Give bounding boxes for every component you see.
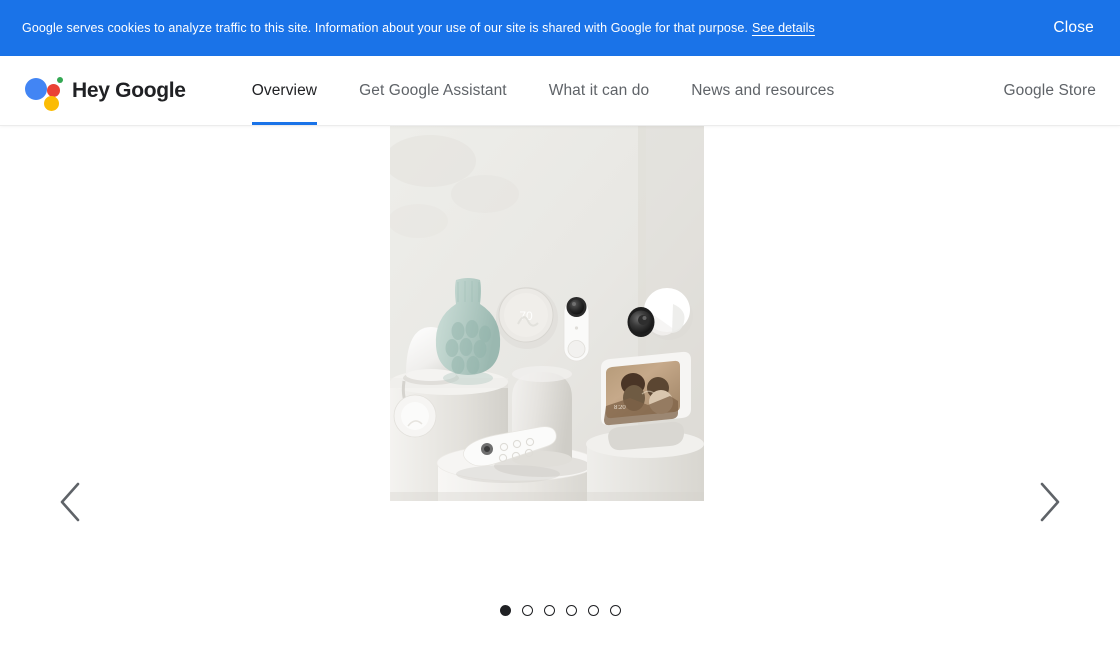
logo-dot-yellow [44, 95, 59, 111]
product-carousel: 70 8:20 [0, 126, 1120, 652]
logo-dot-blue [25, 77, 47, 100]
header-right-actions: Google Store [1003, 82, 1096, 100]
carousel-pagination [0, 605, 1120, 616]
nav-item-overview[interactable]: Overview [251, 56, 318, 125]
nav-item-get-google-assistant[interactable]: Get Google Assistant [359, 56, 507, 125]
see-details-link[interactable]: See details [752, 21, 815, 35]
nav-item-what-it-can-do-label: What it can do [548, 81, 650, 99]
logo-dot-red [47, 83, 60, 97]
carousel-dot-1[interactable] [499, 605, 511, 616]
cookie-banner-close-button[interactable]: Close [1053, 19, 1098, 37]
site-header: Hey Google Overview Get Google Assistant… [0, 56, 1120, 126]
nav-item-overview-label: Overview [251, 81, 318, 99]
carousel-dot-4[interactable] [565, 605, 577, 616]
carousel-next-button[interactable] [1024, 476, 1076, 528]
brand-name: Hey Google [72, 78, 186, 102]
nav-item-news-and-resources[interactable]: News and resources [691, 56, 834, 125]
google-store-link[interactable]: Google Store [1003, 82, 1096, 100]
google-assistant-logo-icon [24, 71, 66, 111]
cookie-banner-message: Google serves cookies to analyze traffic… [22, 20, 815, 36]
cookie-banner-message-text: Google serves cookies to analyze traffic… [22, 21, 748, 35]
nav-item-what-it-can-do[interactable]: What it can do [549, 56, 649, 125]
logo-dot-green [57, 76, 63, 83]
chevron-right-icon [1040, 482, 1060, 522]
carousel-dot-2[interactable] [521, 605, 533, 616]
nav-item-news-and-resources-label: News and resources [691, 81, 835, 99]
carousel-slide-image[interactable]: 70 8:20 [390, 126, 704, 501]
carousel-dot-3[interactable] [543, 605, 555, 616]
cookie-consent-banner: Google serves cookies to analyze traffic… [0, 0, 1120, 56]
nav-item-get-google-assistant-label: Get Google Assistant [359, 81, 507, 99]
brand-home-link[interactable]: Hey Google [24, 56, 186, 125]
nest-product-family-illustration: 70 8:20 [390, 126, 704, 501]
chevron-left-icon [60, 482, 80, 522]
carousel-dot-6[interactable] [609, 605, 621, 616]
carousel-previous-button[interactable] [44, 476, 96, 528]
carousel-dot-5[interactable] [587, 605, 599, 616]
svg-text:70: 70 [519, 309, 533, 323]
svg-text:8:20: 8:20 [614, 405, 626, 411]
primary-navigation: Overview Get Google Assistant What it ca… [251, 56, 835, 125]
